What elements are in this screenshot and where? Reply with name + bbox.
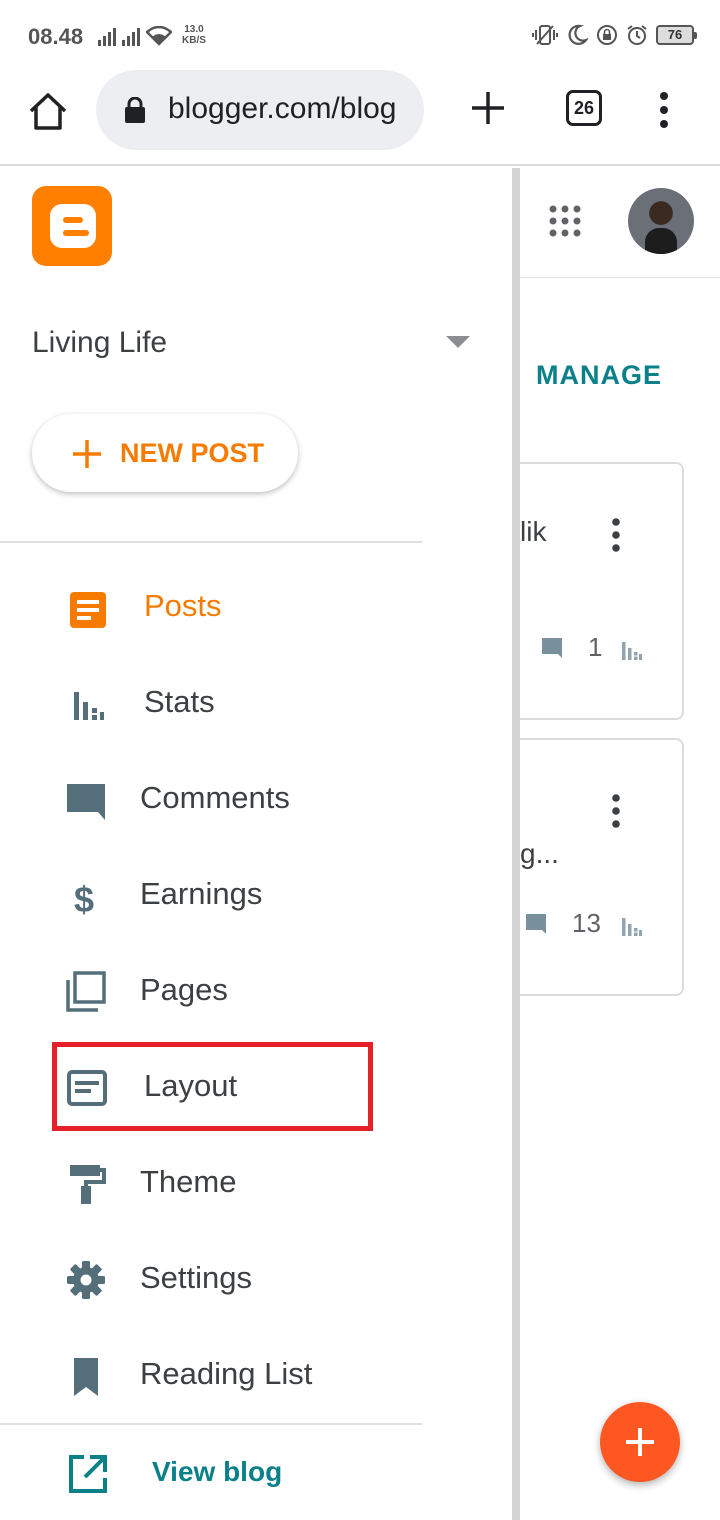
divider bbox=[0, 541, 422, 543]
nav-item-pages[interactable]: Pages bbox=[0, 950, 512, 1030]
net-speed: 13.0 KB/S bbox=[182, 24, 206, 46]
nav-item-settings[interactable]: Settings bbox=[0, 1238, 512, 1318]
new-post-label: NEW POST bbox=[120, 438, 265, 468]
nav-item-stats[interactable]: Stats bbox=[0, 662, 512, 742]
comment-count: 13 bbox=[572, 908, 601, 938]
comment-icon bbox=[526, 914, 546, 934]
posts-icon bbox=[70, 592, 106, 628]
stats-icon bbox=[622, 642, 642, 660]
divider bbox=[0, 1423, 422, 1425]
tab-switcher-button[interactable]: 26 bbox=[566, 90, 602, 126]
nav-item-reading-list[interactable]: Reading List bbox=[0, 1334, 512, 1414]
background-dashboard: MANAGE lik 1 g... 13 bbox=[520, 168, 720, 1520]
post-card[interactable]: lik 1 bbox=[520, 462, 684, 720]
new-post-button[interactable]: NEW POST bbox=[32, 414, 298, 492]
blogger-logo[interactable] bbox=[32, 186, 112, 266]
blog-selector[interactable]: Living Life bbox=[32, 326, 167, 360]
nav-label-theme: Theme bbox=[140, 1164, 237, 1199]
net-speed-unit: KB/S bbox=[182, 35, 206, 46]
more-vert-icon[interactable] bbox=[612, 518, 620, 552]
layout-highlight-box bbox=[52, 1042, 373, 1131]
status-left-icons: 13.0 KB/S bbox=[98, 24, 206, 46]
nav-label-pages: Pages bbox=[140, 972, 228, 1007]
new-post-fab[interactable] bbox=[600, 1402, 680, 1482]
nav-label-comments: Comments bbox=[140, 780, 290, 815]
address-bar[interactable]: blogger.com/blog bbox=[96, 70, 424, 150]
view-blog-label: View blog bbox=[152, 1456, 283, 1487]
blogger-logo-icon bbox=[50, 204, 96, 248]
plus-icon bbox=[73, 440, 101, 468]
more-vert-icon[interactable] bbox=[612, 794, 620, 828]
nav-item-earnings[interactable]: $ Earnings bbox=[0, 854, 512, 934]
nav-label-earnings: Earnings bbox=[140, 876, 263, 911]
browser-toolbar: blogger.com/blog 26 bbox=[0, 68, 720, 166]
url-text: blogger.com/blog bbox=[168, 92, 397, 125]
vibrate-icon bbox=[532, 25, 558, 45]
nav-item-posts[interactable]: Posts bbox=[0, 566, 512, 646]
paint-roller-icon bbox=[70, 1165, 106, 1204]
app-header bbox=[520, 168, 720, 278]
more-vert-icon[interactable] bbox=[652, 90, 676, 130]
lock-rotation-icon bbox=[597, 25, 617, 45]
manage-button[interactable]: MANAGE bbox=[536, 360, 662, 391]
navigation-drawer: Living Life NEW POST Posts Stats Comment… bbox=[0, 168, 520, 1520]
dollar-icon: $ bbox=[74, 879, 94, 918]
nav-label-reading-list: Reading List bbox=[140, 1356, 313, 1391]
stats-icon bbox=[74, 692, 104, 720]
net-speed-value: 13.0 bbox=[184, 24, 204, 35]
open-in-new-icon bbox=[69, 1455, 107, 1493]
svg-text:$: $ bbox=[74, 879, 94, 918]
view-blog-link[interactable]: View blog bbox=[0, 1432, 512, 1512]
nav-item-comments[interactable]: Comments bbox=[0, 758, 512, 838]
home-icon[interactable] bbox=[26, 90, 70, 134]
pages-icon bbox=[66, 971, 106, 1012]
comment-icon bbox=[67, 784, 105, 820]
avatar[interactable] bbox=[628, 188, 694, 254]
stats-icon bbox=[622, 918, 642, 936]
caret-down-icon[interactable] bbox=[446, 336, 470, 348]
lock-icon bbox=[125, 97, 145, 123]
plus-icon bbox=[626, 1428, 654, 1456]
nav-item-theme[interactable]: Theme bbox=[0, 1142, 512, 1222]
post-card[interactable]: g... 13 bbox=[520, 738, 684, 996]
status-right-icons: 76 bbox=[532, 24, 697, 46]
new-tab-icon[interactable] bbox=[468, 88, 508, 128]
comment-count: 1 bbox=[588, 632, 603, 662]
moon-icon bbox=[568, 24, 588, 45]
nav-label-posts: Posts bbox=[144, 588, 222, 623]
apps-grid-icon[interactable] bbox=[548, 204, 582, 238]
signal-2-icon bbox=[122, 26, 140, 46]
nav-label-stats: Stats bbox=[144, 684, 215, 719]
post-title: lik bbox=[520, 516, 547, 547]
comment-icon bbox=[542, 638, 562, 658]
nav-label-settings: Settings bbox=[140, 1260, 253, 1295]
gear-icon bbox=[67, 1261, 105, 1299]
status-bar: 08.48 13.0 KB/S 76 bbox=[0, 0, 720, 68]
status-time: 08.48 bbox=[28, 24, 84, 49]
wifi-icon bbox=[146, 26, 172, 46]
post-title: g... bbox=[520, 838, 559, 869]
bookmark-icon bbox=[74, 1358, 98, 1396]
signal-1-icon bbox=[98, 26, 116, 46]
battery-icon: 76 bbox=[656, 25, 697, 45]
alarm-icon bbox=[627, 25, 647, 45]
